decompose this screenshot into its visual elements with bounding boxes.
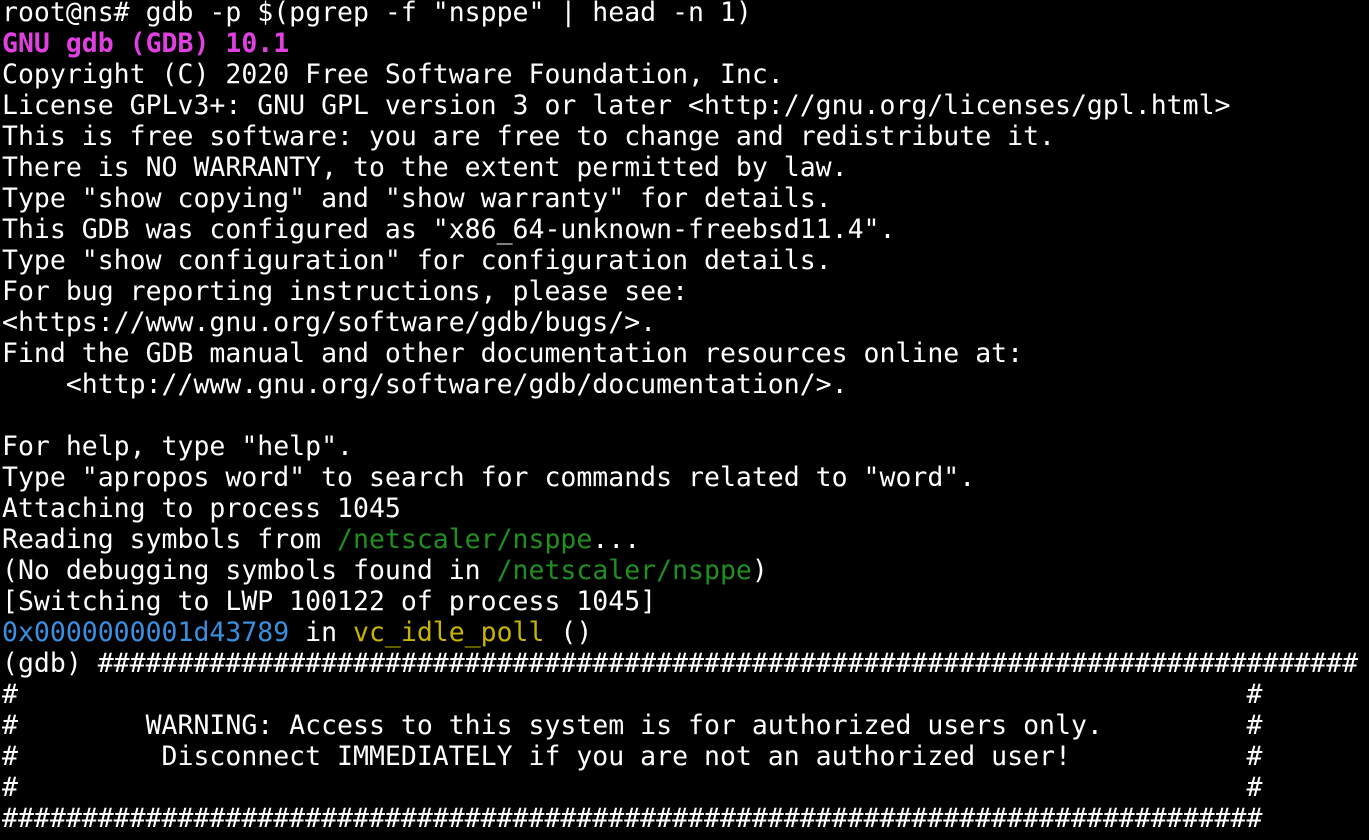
text-segment: Attaching to process 1045 — [2, 493, 401, 524]
terminal-line: root@ns# gdb -p $(pgrep -f "nsppe" | hea… — [2, 0, 1369, 28]
text-banner: GNU gdb (GDB) 10.1 — [2, 28, 290, 59]
terminal-line: ########################################… — [2, 803, 1369, 834]
terminal-line: # Disconnect IMMEDIATELY if you are not … — [2, 741, 1369, 772]
text-segment: in — [289, 617, 354, 648]
terminal-line: Reading symbols from /netscaler/nsppe... — [2, 524, 1369, 555]
terminal-line: (gdb) ##################################… — [2, 648, 1369, 679]
text-segment: <http://www.gnu.org/software/gdb/documen… — [2, 369, 848, 400]
text-segment: This GDB was configured as "x86_64-unkno… — [2, 214, 896, 245]
terminal-line: Attaching to process 1045 — [2, 493, 1369, 524]
text-segment: Reading symbols from — [2, 524, 338, 555]
text-segment: Find the GDB manual and other documentat… — [2, 338, 1024, 369]
terminal-line: [Switching to LWP 100122 of process 1045… — [2, 586, 1369, 617]
terminal-line: License GPLv3+: GNU GPL version 3 or lat… — [2, 90, 1369, 121]
text-segment: () — [544, 617, 593, 648]
terminal-line: Copyright (C) 2020 Free Software Foundat… — [2, 59, 1369, 90]
terminal-line: For bug reporting instructions, please s… — [2, 276, 1369, 307]
terminal-line: For help, type "help". — [2, 431, 1369, 462]
terminal-line: There is NO WARRANTY, to the extent perm… — [2, 152, 1369, 183]
terminal-line: # # — [2, 772, 1369, 803]
text-segment: (No debugging symbols found in — [2, 555, 497, 586]
terminal-line: <http://www.gnu.org/software/gdb/documen… — [2, 369, 1369, 400]
terminal-line: # # — [2, 679, 1369, 710]
text-segment: # WARNING: Access to this system is for … — [2, 710, 1263, 741]
text-segment: # # — [2, 772, 1263, 803]
terminal-line: GNU gdb (GDB) 10.1 — [2, 28, 1369, 59]
terminal-line: Type "show configuration" for configurat… — [2, 245, 1369, 276]
text-segment: [Switching to LWP 100122 of process 1045… — [2, 586, 657, 617]
terminal-window[interactable]: root@ns# gdb -p $(pgrep -f "nsppe" | hea… — [0, 0, 1369, 840]
terminal-line: This GDB was configured as "x86_64-unkno… — [2, 214, 1369, 245]
text-segment: Copyright (C) 2020 Free Software Foundat… — [2, 59, 784, 90]
text-segment: For bug reporting instructions, please s… — [2, 276, 689, 307]
terminal-line: 0x0000000001d43789 in vc_idle_poll () — [2, 617, 1369, 648]
text-segment: (gdb) ##################################… — [2, 648, 1359, 679]
text-segment: Type "show copying" and "show warranty" … — [2, 183, 832, 214]
terminal-line: Type "show copying" and "show warranty" … — [2, 183, 1369, 214]
text-segment: ) — [751, 555, 768, 586]
text-segment: There is NO WARRANTY, to the extent perm… — [2, 152, 848, 183]
text-segment: This is free software: you are free to c… — [2, 121, 1055, 152]
text-segment: For help, type "help". — [2, 431, 353, 462]
terminal-line: (No debugging symbols found in /netscale… — [2, 555, 1369, 586]
text-segment: # # — [2, 679, 1263, 710]
text-address: 0x0000000001d43789 — [2, 617, 290, 648]
text-segment: # Disconnect IMMEDIATELY if you are not … — [2, 741, 1263, 772]
text-segment: ... — [592, 524, 641, 555]
text-segment: <https://www.gnu.org/software/gdb/bugs/>… — [2, 307, 657, 338]
terminal-line: This is free software: you are free to c… — [2, 121, 1369, 152]
terminal-line: <https://www.gnu.org/software/gdb/bugs/>… — [2, 307, 1369, 338]
text-path: /netscaler/nsppe — [496, 555, 752, 586]
text-segment: License GPLv3+: GNU GPL version 3 or lat… — [2, 90, 1231, 121]
text-segment: root@ns# gdb -p $(pgrep -f "nsppe" | hea… — [2, 0, 752, 28]
terminal-line: Type "apropos word" to search for comman… — [2, 462, 1369, 493]
terminal-line: Find the GDB manual and other documentat… — [2, 338, 1369, 369]
text-segment: ########################################… — [2, 803, 1263, 834]
text-function: vc_idle_poll — [353, 617, 545, 648]
text-path: /netscaler/nsppe — [337, 524, 593, 555]
text-segment: Type "apropos word" to search for comman… — [2, 462, 976, 493]
text-segment: Type "show configuration" for configurat… — [2, 245, 832, 276]
terminal-line: # WARNING: Access to this system is for … — [2, 710, 1369, 741]
